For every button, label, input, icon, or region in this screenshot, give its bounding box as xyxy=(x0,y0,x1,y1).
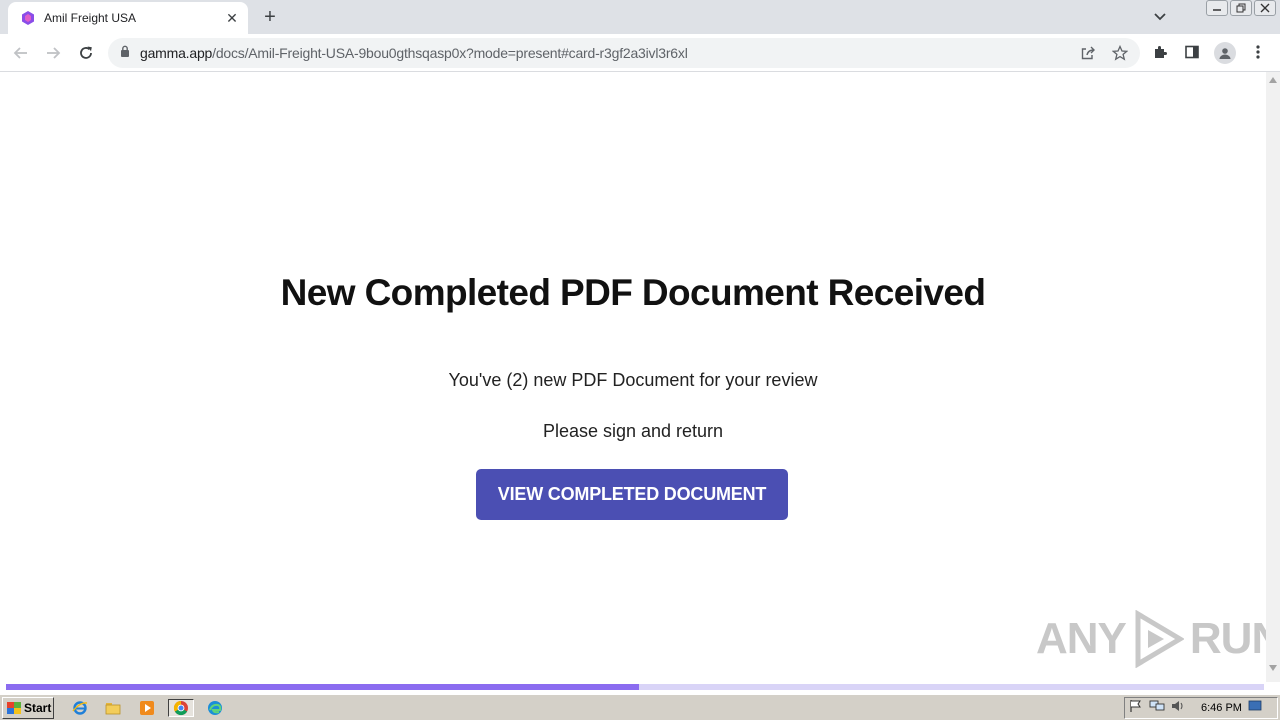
tab-close-icon[interactable]: ✕ xyxy=(222,8,242,28)
profile-avatar-icon[interactable] xyxy=(1214,42,1236,64)
lock-icon xyxy=(120,44,130,62)
share-icon[interactable] xyxy=(1078,43,1098,63)
media-player-icon[interactable] xyxy=(137,699,157,717)
watermark-play-icon xyxy=(1135,610,1184,668)
tab-search-chevron-icon[interactable] xyxy=(1150,7,1170,27)
bookmark-star-icon[interactable] xyxy=(1110,43,1130,63)
scroll-up-arrow-icon[interactable] xyxy=(1269,76,1277,84)
taskbar-clock: 6:46 PM xyxy=(1201,702,1242,714)
presentation-progress-bar xyxy=(6,684,1264,690)
start-button[interactable]: Start xyxy=(2,697,54,719)
tab-strip: Amil Freight USA ✕ + xyxy=(0,0,1280,34)
window-controls xyxy=(1206,0,1276,18)
reload-icon[interactable] xyxy=(73,40,99,66)
side-panel-icon[interactable] xyxy=(1182,42,1202,62)
url-path: /docs/Amil-Freight-USA-9bou0gthsqasp0x?m… xyxy=(212,45,688,61)
browser-tab-active[interactable]: Amil Freight USA ✕ xyxy=(8,2,248,34)
action-center-flag-icon[interactable] xyxy=(1129,699,1143,718)
watermark-left-text: ANY xyxy=(1036,614,1127,663)
forward-arrow-icon[interactable] xyxy=(40,40,66,66)
page-viewport: New Completed PDF Document Received You'… xyxy=(0,72,1280,682)
back-arrow-icon[interactable] xyxy=(8,40,34,66)
system-tray: 6:46 PM xyxy=(1124,697,1278,719)
new-tab-button[interactable]: + xyxy=(258,5,282,29)
minimize-icon[interactable] xyxy=(1206,0,1228,16)
url-host: gamma.app xyxy=(140,45,213,61)
windows-logo-icon xyxy=(7,702,21,714)
explorer-icon[interactable] xyxy=(103,699,123,717)
windows-taskbar: Start 6:46 PM xyxy=(0,694,1280,720)
network-icon[interactable] xyxy=(1149,699,1165,718)
presentation-progress-fill xyxy=(6,684,639,690)
close-window-icon[interactable] xyxy=(1254,0,1276,16)
start-label: Start xyxy=(24,701,52,715)
chrome-icon[interactable] xyxy=(168,699,194,717)
anyrun-watermark: ANY RUN xyxy=(1036,610,1280,668)
show-desktop-icon[interactable] xyxy=(1248,699,1262,717)
review-message: You've (2) new PDF Document for your rev… xyxy=(448,370,818,390)
view-document-button[interactable]: VIEW COMPLETED DOCUMENT xyxy=(476,469,788,520)
browser-toolbar: gamma.app/docs/Amil-Freight-USA-9bou0gth… xyxy=(0,34,1280,72)
extensions-puzzle-icon[interactable] xyxy=(1150,42,1170,62)
sign-instruction: Please sign and return xyxy=(542,421,724,441)
address-bar[interactable]: gamma.app/docs/Amil-Freight-USA-9bou0gth… xyxy=(108,38,1140,68)
kebab-menu-icon[interactable] xyxy=(1248,42,1268,62)
page-heading: New Completed PDF Document Received xyxy=(280,272,986,313)
gamma-favicon-icon xyxy=(20,10,36,26)
scroll-down-arrow-icon[interactable] xyxy=(1269,664,1277,672)
restore-icon[interactable] xyxy=(1230,0,1252,16)
volume-icon[interactable] xyxy=(1171,699,1185,718)
vertical-scrollbar[interactable] xyxy=(1266,72,1280,682)
ie-icon[interactable] xyxy=(70,699,90,717)
tab-title: Amil Freight USA xyxy=(44,11,137,25)
edge-icon[interactable] xyxy=(205,699,225,717)
url-text: gamma.app/docs/Amil-Freight-USA-9bou0gth… xyxy=(140,45,688,61)
